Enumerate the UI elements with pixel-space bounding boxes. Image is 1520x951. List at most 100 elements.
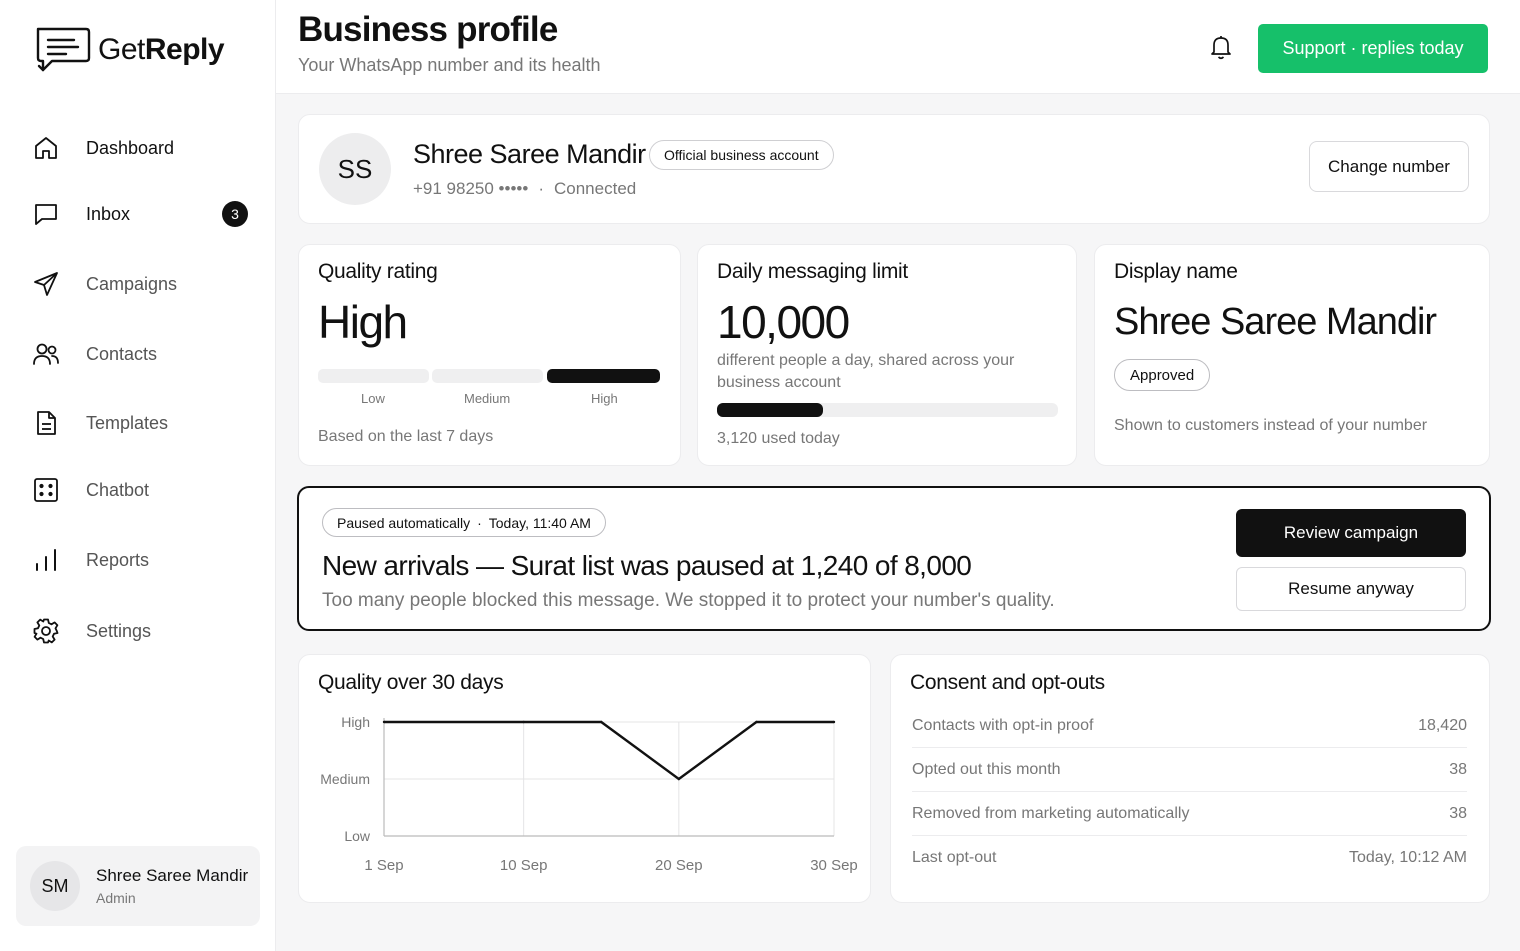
data-point — [832, 720, 836, 724]
quality-level-bar — [318, 369, 662, 385]
sidebar-item-reports[interactable]: Reports — [28, 536, 258, 584]
display-name-value: Shree Saree Mandir — [1114, 301, 1437, 343]
phone-status-line: +91 98250 ••••• · Connected — [413, 179, 636, 199]
official-account-badge: Official business account — [649, 140, 834, 170]
user-info: Shree Saree Mandir Admin — [96, 866, 248, 906]
home-icon — [28, 130, 64, 166]
phone-number: +91 98250 ••••• — [413, 179, 529, 198]
logo[interactable]: GetReply — [34, 24, 225, 76]
quality-label-low: Low — [361, 391, 385, 406]
paused-status-chip: Paused automatically · Today, 11:40 AM — [322, 508, 606, 537]
chat-icon — [28, 196, 64, 232]
quality-value: High — [318, 296, 408, 348]
limit-value: 10,000 — [717, 296, 850, 348]
separator: · — [538, 179, 544, 198]
send-icon — [28, 266, 64, 302]
support-button[interactable]: Support · replies today — [1258, 24, 1488, 73]
unread-count-badge: 3 — [222, 201, 248, 227]
consent-value: 38 — [1449, 760, 1467, 778]
sidebar-item-label: Chatbot — [86, 479, 150, 500]
data-point — [600, 720, 603, 724]
bar-chart-icon — [28, 542, 64, 578]
card-title: Consent and opt-outs — [910, 671, 1105, 694]
data-point — [755, 720, 758, 724]
review-campaign-button[interactable]: Review campaign — [1236, 509, 1466, 557]
data-point — [382, 720, 386, 724]
consent-row: Removed from marketing automatically 38 — [912, 792, 1467, 836]
separator: · — [477, 514, 482, 531]
user-card[interactable]: SM Shree Saree Mandir Admin — [16, 846, 260, 926]
sidebar-item-label: Settings — [86, 620, 152, 641]
sidebar-item-chatbot[interactable]: Chatbot — [28, 466, 258, 514]
consent-row: Contacts with opt-in proof 18,420 — [912, 704, 1467, 748]
display-name-card: Display name Shree Saree Mandir Approved… — [1094, 244, 1490, 466]
quality-segment-medium — [432, 369, 543, 383]
chart-title: Quality over 30 days — [318, 671, 504, 694]
series-line — [384, 720, 834, 781]
x-tick-label: 30 Sep — [810, 857, 858, 874]
x-tick-label: 20 Sep — [655, 857, 703, 874]
business-name: Shree Saree Mandir — [413, 139, 646, 169]
sidebar-item-campaigns[interactable]: Campaigns — [28, 260, 258, 308]
x-tick-label: 1 Sep — [364, 857, 403, 874]
limit-used-label: 3,120 used today — [717, 430, 840, 447]
card-title: Display name — [1114, 260, 1238, 283]
alert-headline: New arrivals — Surat list was paused at … — [322, 550, 972, 581]
chat-logo-icon — [36, 27, 91, 72]
consent-value: Today, 10:12 AM — [1349, 849, 1467, 866]
quality-chart-card: Low Medium High 1 Sep 10 Sep 20 Sep 30 Sep Qua… — [298, 654, 871, 903]
chip-time: Today, 11:40 AM — [488, 514, 591, 531]
quality-footnote: Based on the last 7 days — [318, 428, 494, 445]
quality-rating-card: Quality rating High Low Medium High Base… — [298, 244, 681, 466]
consent-label: Last opt-out — [912, 849, 997, 866]
bot-icon — [28, 472, 64, 508]
consent-value: 38 — [1449, 804, 1467, 822]
sidebar-item-label: Dashboard — [86, 137, 175, 158]
consent-label: Opted out this month — [912, 760, 1061, 778]
connection-status: Connected — [554, 179, 637, 198]
consent-card: Consent and opt-outs Contacts with opt-i… — [890, 654, 1490, 903]
chip-status: Paused automatically — [337, 514, 471, 531]
sidebar: GetReply Dashboard Inbox 3 Campaigns Con… — [0, 0, 276, 951]
messaging-limit-card: Daily messaging limit 10,000 different p… — [697, 244, 1077, 466]
y-tick-label: High — [341, 714, 370, 730]
sidebar-item-inbox[interactable]: Inbox 3 — [28, 190, 258, 238]
consent-row: Opted out this month 38 — [912, 748, 1467, 792]
user-role: Admin — [96, 890, 136, 906]
brand-name: GetReply — [98, 33, 225, 66]
limit-usage-bar — [717, 403, 1058, 417]
users-icon — [28, 336, 64, 372]
notifications-bell-icon[interactable] — [1206, 32, 1236, 62]
consent-label: Removed from marketing automatically — [912, 804, 1190, 822]
x-tick-label: 10 Sep — [500, 857, 548, 874]
avatar: SM — [30, 861, 80, 911]
status-badge: Approved — [1114, 359, 1211, 391]
quality-segment-high — [547, 369, 660, 383]
sidebar-item-templates[interactable]: Templates — [28, 399, 258, 447]
gear-icon — [28, 613, 64, 649]
sidebar-item-contacts[interactable]: Contacts — [28, 330, 258, 378]
user-name: Shree Saree Mandir — [96, 866, 249, 885]
quality-label-high: High — [591, 391, 618, 406]
document-icon — [28, 405, 64, 441]
quality-segment-low — [318, 369, 429, 383]
sidebar-item-label: Contacts — [86, 343, 158, 364]
data-point — [677, 777, 681, 781]
sidebar-item-label: Reports — [86, 549, 150, 570]
consent-label: Contacts with opt-in proof — [912, 716, 1094, 734]
business-profile-card: SS Shree Saree Mandir Official business … — [298, 114, 1490, 224]
sidebar-item-settings[interactable]: Settings — [28, 607, 258, 655]
resume-anyway-button[interactable]: Resume anyway — [1236, 567, 1466, 611]
sidebar-item-dashboard[interactable]: Dashboard — [28, 124, 258, 172]
consent-value: 18,420 — [1418, 716, 1467, 734]
page-subtitle: Your WhatsApp number and its health — [298, 55, 601, 75]
card-title: Quality rating — [318, 260, 438, 283]
change-number-button[interactable]: Change number — [1309, 141, 1469, 192]
sidebar-item-label: Inbox — [86, 203, 131, 224]
page-header: Business profile Your WhatsApp number an… — [276, 0, 1520, 94]
limit-description: different people a day, shared across yo… — [717, 352, 1015, 391]
page-title: Business profile — [298, 10, 558, 49]
data-point — [522, 720, 525, 724]
quality-label-medium: Medium — [464, 391, 511, 406]
y-tick-label: Medium — [320, 771, 370, 787]
